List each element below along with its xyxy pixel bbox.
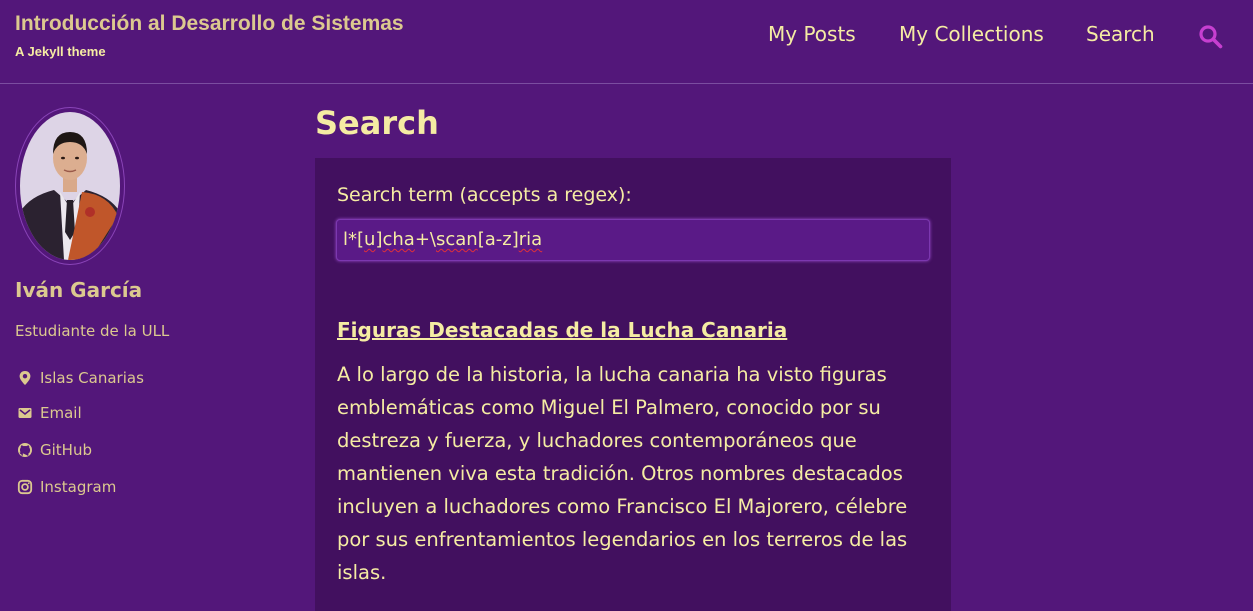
search-icon (1199, 25, 1223, 49)
avatar-frame (15, 107, 125, 265)
search-value-part: l*[ (343, 229, 365, 250)
author-name: Iván García (15, 278, 143, 302)
page-title: Search (315, 104, 439, 142)
masthead: Introducción al Desarrollo de Sistemas A… (0, 0, 1253, 84)
author-github-label: GitHub (40, 441, 92, 459)
nav-my-posts[interactable]: My Posts (768, 22, 856, 46)
avatar (20, 112, 120, 260)
search-result-excerpt: A lo largo de la historia, la lucha cana… (337, 363, 908, 584)
search-value-part: scan (435, 229, 478, 250)
map-marker-icon (19, 371, 31, 385)
search-value-part: u (364, 229, 376, 250)
search-result-title-link[interactable]: Figuras Destacadas de la Lucha Canaria (337, 318, 787, 342)
nav-search[interactable]: Search (1086, 22, 1155, 46)
search-value-part: [a-z] (477, 229, 519, 250)
search-term-label: Search term (accepts a regex): (337, 184, 632, 206)
author-github-link[interactable]: GitHub (17, 440, 92, 460)
instagram-icon (17, 479, 33, 495)
author-instagram-link[interactable]: Instagram (17, 477, 116, 497)
author-email-link[interactable]: Email (17, 403, 82, 423)
github-icon (18, 443, 32, 457)
author-location-label: Islas Canarias (40, 369, 144, 387)
site-subtitle: A Jekyll theme (15, 44, 106, 59)
search-value-part: ria (518, 229, 543, 250)
author-bio: Estudiante de la ULL (15, 322, 170, 340)
search-value-part: cha (382, 229, 415, 250)
nav-my-collections[interactable]: My Collections (899, 22, 1044, 46)
search-input[interactable]: l*[u]cha+\scan[a-z]ria (336, 219, 930, 261)
author-email-label: Email (40, 404, 82, 422)
author-instagram-label: Instagram (40, 478, 117, 496)
envelope-icon (18, 408, 32, 418)
search-toggle-button[interactable] (1198, 24, 1224, 50)
search-value-part: +\ (414, 229, 436, 250)
author-location: Islas Canarias (17, 368, 144, 388)
site-title[interactable]: Introducción al Desarrollo de Sistemas (15, 12, 404, 36)
